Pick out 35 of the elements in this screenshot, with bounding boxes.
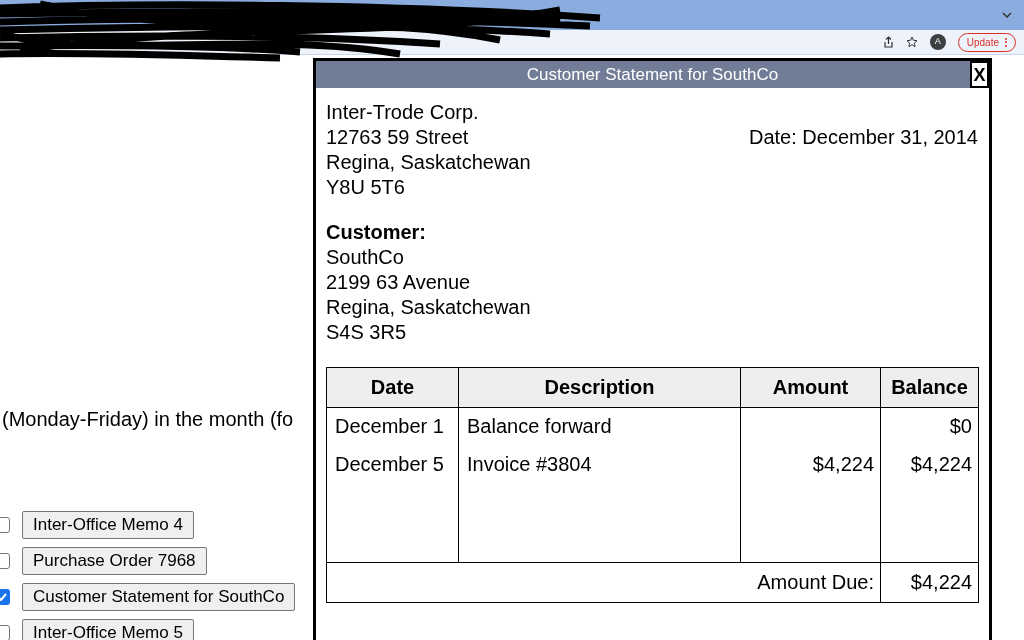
column-header: Amount	[740, 367, 881, 408]
sender-address-line: Regina, Saskatchewan	[326, 150, 531, 175]
statement-date: Date: December 31, 2014	[748, 125, 979, 150]
customer-address-line: 2199 63 Avenue	[326, 270, 472, 295]
close-button[interactable]: X	[970, 61, 989, 88]
table-cell: $4,224	[880, 445, 979, 484]
document-button[interactable]: Inter-Office Memo 4	[22, 511, 194, 539]
table-cell: $0	[880, 407, 979, 446]
star-icon[interactable]	[905, 36, 918, 48]
document-button[interactable]: Inter-Office Memo 5	[22, 619, 194, 640]
sender-address-line: 12763 59 Street	[326, 125, 470, 150]
table-cell: December 5	[326, 445, 459, 484]
customer-label: Customer:	[326, 220, 427, 245]
column-header: Balance	[880, 367, 979, 408]
share-icon[interactable]	[882, 36, 894, 48]
document-button[interactable]: Purchase Order 7968	[22, 547, 207, 575]
customer-address-line: S4S 3R5	[326, 320, 408, 345]
table-cell: December 1	[326, 407, 459, 446]
instruction-text: (Monday-Friday) in the month (fo	[1, 407, 294, 431]
amount-due-value: $4,224	[880, 562, 979, 603]
sender-address-line: Y8U 5T6	[326, 175, 406, 200]
sender-address-line: Inter-Trode Corp.	[326, 100, 480, 125]
dialog-title: Customer Statement for SouthCo	[526, 63, 779, 86]
customer-address-line: SouthCo	[326, 245, 405, 270]
customer-address-line: Regina, Saskatchewan	[326, 295, 532, 320]
profile-avatar[interactable]: A	[929, 34, 946, 50]
table-cell: $4,224	[740, 445, 881, 484]
document-button[interactable]: Customer Statement for SouthCo	[22, 583, 296, 611]
table-cell: Invoice #3804	[458, 445, 741, 484]
table-cell: Balance forward	[458, 407, 741, 446]
chevron-down-icon[interactable]	[1002, 12, 1012, 18]
amount-due-label: Amount Due:	[326, 562, 881, 603]
column-header: Date	[326, 367, 459, 408]
checkmark-icon	[0, 593, 7, 601]
column-header: Description	[458, 367, 741, 408]
